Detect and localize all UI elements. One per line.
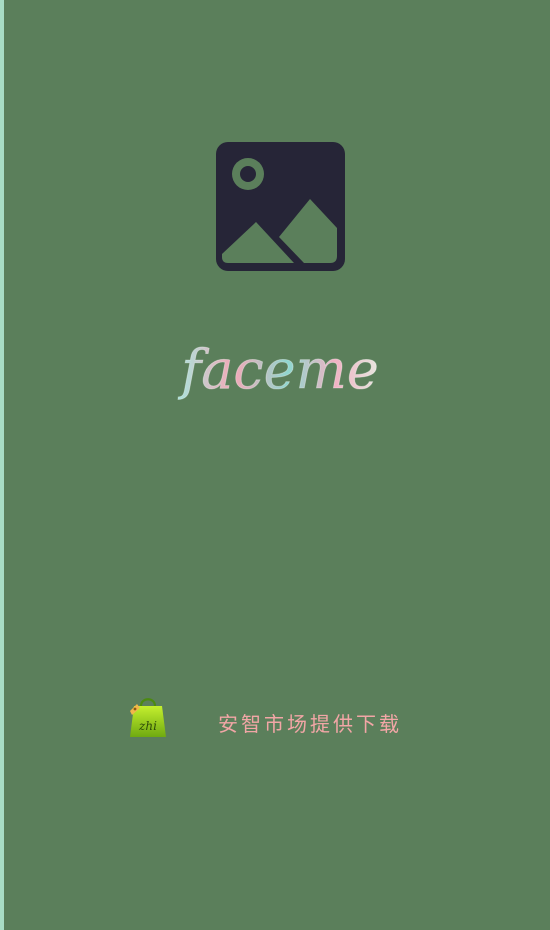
app-title-text: faceme xyxy=(177,338,379,401)
splash-screen: faceme zhi 安智市场提供下载 xyxy=(4,0,550,930)
download-source-text: 安智市场提供下载 xyxy=(218,712,402,736)
anzhi-market-bag-icon: zhi xyxy=(124,694,168,740)
store-logo-text: zhi xyxy=(138,719,157,733)
download-source-row: zhi 安智市场提供下载 xyxy=(124,694,424,742)
app-title-faceme: faceme xyxy=(177,330,379,410)
image-placeholder-icon xyxy=(216,142,345,271)
